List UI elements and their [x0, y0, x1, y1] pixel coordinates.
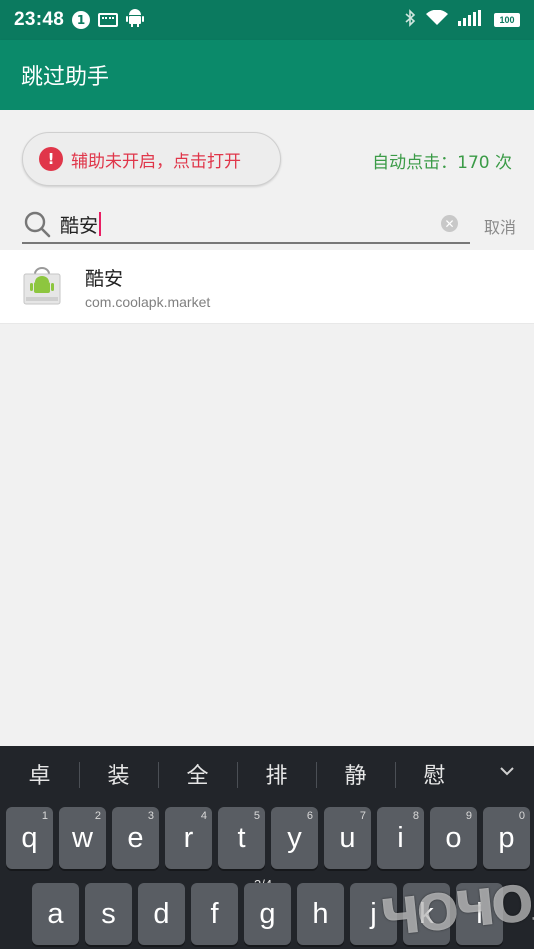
text-cursor [99, 212, 102, 236]
key-a[interactable]: a [32, 883, 79, 945]
keyboard-icon [98, 13, 119, 27]
key-e[interactable]: e3 [112, 807, 159, 869]
search-input[interactable]: 酷安 ✕ [22, 206, 470, 244]
candidate-word[interactable]: 排 [237, 758, 316, 790]
key-d[interactable]: d [138, 883, 185, 945]
key-p[interactable]: p0 [483, 807, 530, 869]
search-icon [24, 211, 51, 238]
candidate-word[interactable]: 卓 [0, 758, 79, 790]
key-q[interactable]: q1 [6, 807, 53, 869]
app-title: 跳过助手 [21, 65, 110, 90]
key-i[interactable]: i8 [377, 807, 424, 869]
candidate-word[interactable]: 静 [316, 758, 395, 790]
key-h[interactable]: h [297, 883, 344, 945]
candidate-bar: 卓 装 全 排 静 慰 [0, 746, 534, 802]
android-icon [126, 8, 145, 32]
list-item[interactable]: 酷安 com.coolapk.market [0, 250, 534, 324]
search-bar: 酷安 ✕ 取消 [0, 206, 534, 250]
signal-icon [458, 10, 484, 30]
key-u[interactable]: u7 [324, 807, 371, 869]
chevron-down-icon[interactable] [500, 764, 514, 778]
accessibility-toggle-button[interactable]: ! 辅助未开启，点击打开 [22, 132, 281, 186]
app-name: 酷安 [85, 268, 124, 290]
wifi-icon [426, 9, 448, 30]
key-w[interactable]: w2 [59, 807, 106, 869]
key-f[interactable]: f [191, 883, 238, 945]
status-bar: 23:48 1 100 [0, 0, 534, 40]
auto-click-count: 自动点击：170 次 [372, 153, 512, 173]
key-t[interactable]: t5 [218, 807, 265, 869]
bluetooth-icon [404, 9, 416, 31]
app-bar: 跳过助手 [0, 40, 534, 110]
accessibility-status-label: 辅助未开启，点击打开 [71, 151, 241, 172]
key-g[interactable]: g [244, 883, 291, 945]
status-time: 23:48 [14, 9, 65, 30]
candidate-word[interactable]: 全 [158, 758, 237, 790]
key-s[interactable]: s [85, 883, 132, 945]
coolapk-app-icon [23, 267, 61, 305]
search-query-text: 酷安 [60, 214, 99, 237]
candidate-word[interactable]: 装 [79, 758, 158, 790]
warning-icon: ! [39, 147, 63, 171]
app-package-name: com.coolapk.market [85, 294, 211, 310]
clear-search-icon[interactable]: ✕ [441, 215, 458, 232]
candidate-word[interactable]: 慰 [395, 758, 474, 790]
cancel-button[interactable]: 取消 [484, 214, 516, 238]
key-r[interactable]: r4 [165, 807, 212, 869]
key-o[interactable]: o9 [430, 807, 477, 869]
battery-icon: 100 [494, 13, 520, 27]
status-banner: ! 辅助未开启，点击打开 自动点击：170 次 [0, 110, 534, 206]
key-y[interactable]: y6 [271, 807, 318, 869]
notification-badge: 1 [72, 11, 91, 29]
